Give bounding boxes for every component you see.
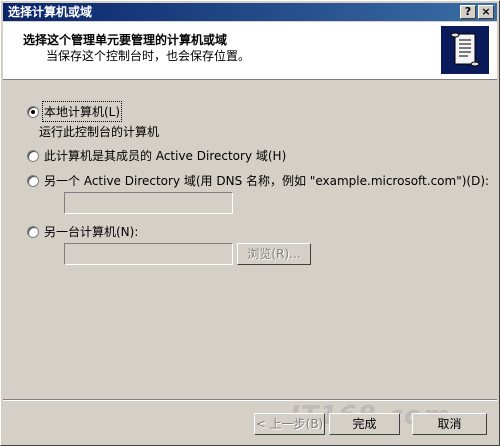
help-button[interactable]: ? xyxy=(460,5,476,19)
cancel-button[interactable]: 取消 xyxy=(412,413,487,435)
label-member-domain[interactable]: 此计算机是其成员的 Active Directory 域(H) xyxy=(44,147,286,164)
scroll-icon xyxy=(441,26,489,74)
header-subtitle: 当保存这个控制台时，也会保存位置。 xyxy=(46,49,251,63)
label-other-computer[interactable]: 另一台计算机(N): xyxy=(44,223,138,240)
radio-other-domain[interactable] xyxy=(27,174,39,187)
option-other-computer[interactable]: 另一台计算机(N): xyxy=(27,223,138,240)
wizard-header: 选择这个管理单元要管理的计算机或域 当保存这个控制台时，也会保存位置。 xyxy=(3,22,497,80)
option-local-computer[interactable]: 本地计算机(L) xyxy=(27,101,123,122)
dialog-window: 选择计算机或域 ? × 选择这个管理单元要管理的计算机或域 当保存这个控制台时，… xyxy=(0,0,500,446)
local-computer-description: 运行此控制台的计算机 xyxy=(39,125,160,139)
browse-button[interactable]: 浏览(R)... xyxy=(237,243,311,265)
header-title: 选择这个管理单元要管理的计算机或域 xyxy=(23,33,228,47)
radio-local-computer[interactable] xyxy=(27,105,39,118)
option-member-domain[interactable]: 此计算机是其成员的 Active Directory 域(H) xyxy=(27,147,286,164)
close-button[interactable]: × xyxy=(478,5,494,19)
radio-member-domain[interactable] xyxy=(27,149,39,162)
back-button[interactable]: < 上一步(B) xyxy=(254,413,325,435)
other-computer-input[interactable] xyxy=(64,243,233,265)
option-other-domain[interactable]: 另一个 Active Directory 域(用 DNS 名称，例如 "exam… xyxy=(27,172,489,189)
label-local-computer[interactable]: 本地计算机(L) xyxy=(41,101,123,122)
other-domain-input[interactable] xyxy=(64,192,233,214)
finish-button[interactable]: 完成 xyxy=(329,413,400,435)
radio-other-computer[interactable] xyxy=(27,225,39,238)
window-title: 选择计算机或域 xyxy=(8,5,93,19)
label-other-domain[interactable]: 另一个 Active Directory 域(用 DNS 名称，例如 "exam… xyxy=(44,172,489,189)
title-bar: 选择计算机或域 ? × xyxy=(3,3,497,21)
